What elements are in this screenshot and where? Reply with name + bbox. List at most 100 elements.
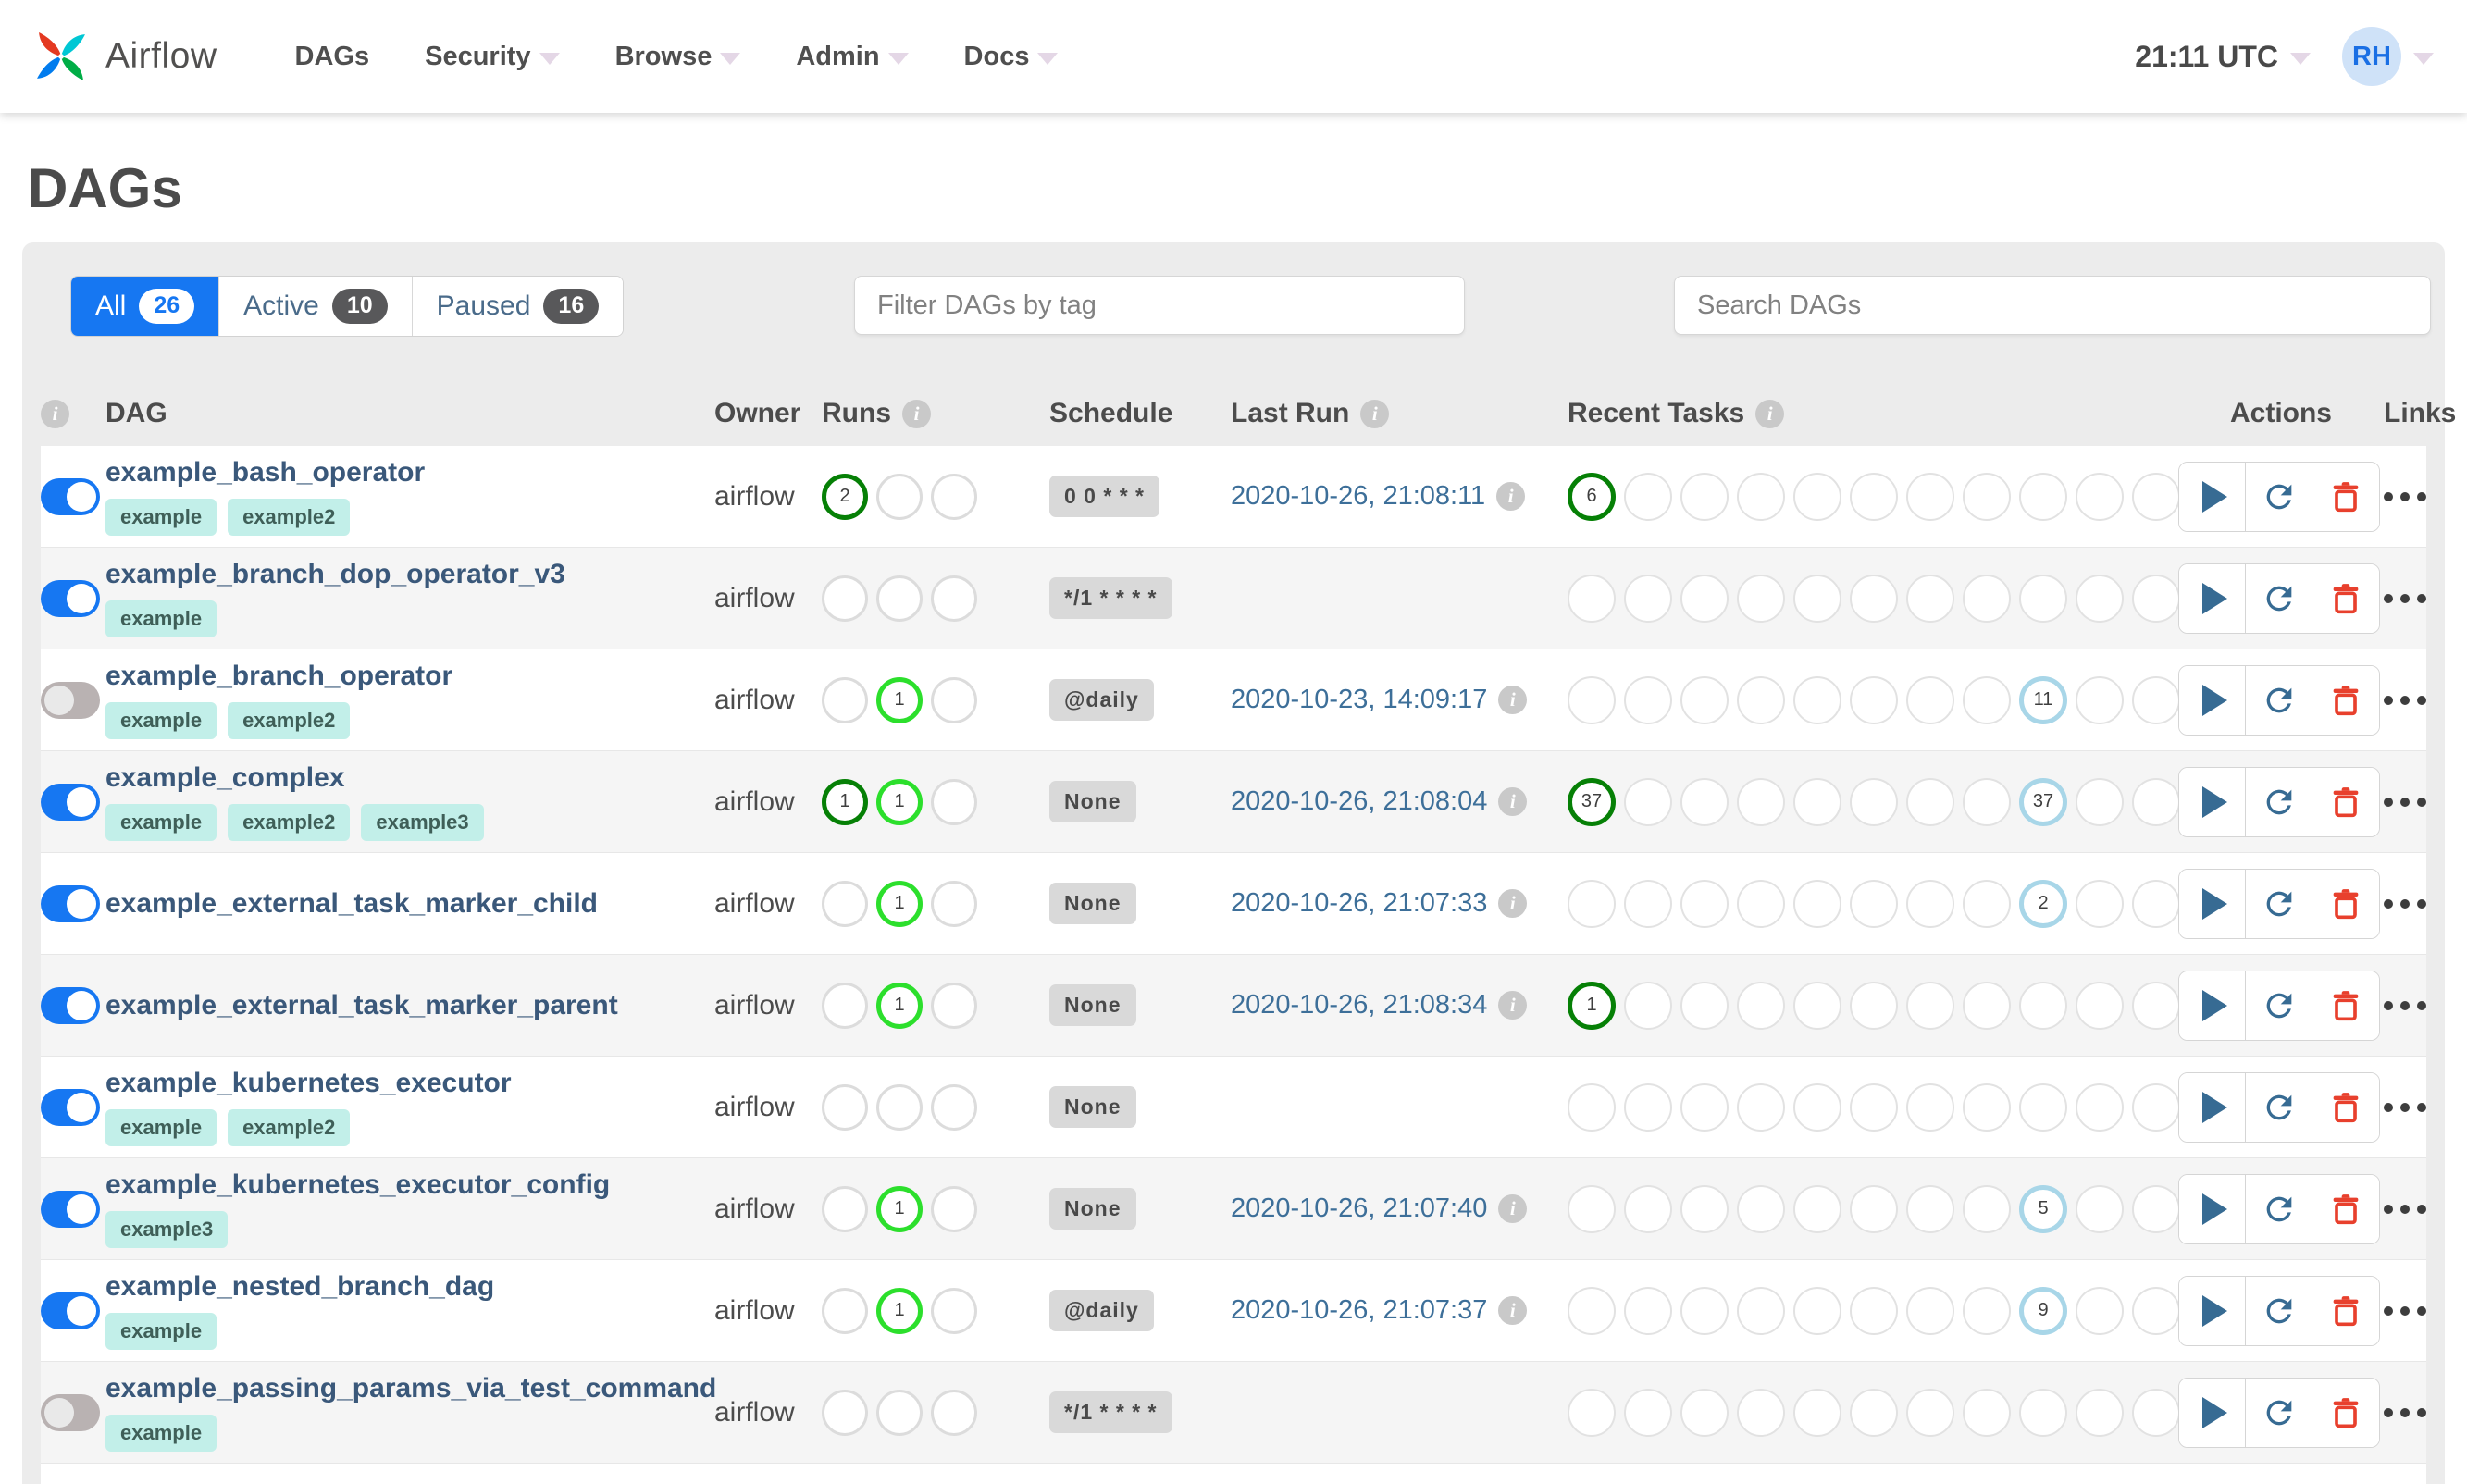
user-menu[interactable]: RH bbox=[2342, 27, 2434, 86]
run-status-circle[interactable] bbox=[931, 982, 977, 1029]
task-status-circle[interactable] bbox=[1793, 981, 1841, 1030]
dag-tag[interactable]: example2 bbox=[228, 702, 351, 739]
links-menu-button[interactable] bbox=[2384, 1000, 2426, 1010]
refresh-dag-button[interactable] bbox=[2246, 869, 2312, 938]
task-status-circle[interactable] bbox=[1568, 675, 1616, 724]
task-status-circle[interactable] bbox=[1624, 879, 1672, 928]
schedule-badge[interactable]: None bbox=[1049, 781, 1136, 822]
task-status-circle[interactable] bbox=[1906, 1388, 1954, 1437]
task-status-circle[interactable]: 37 bbox=[2019, 777, 2067, 826]
run-status-circle[interactable] bbox=[822, 676, 868, 723]
task-status-circle[interactable] bbox=[1793, 675, 1841, 724]
task-status-circle[interactable] bbox=[1963, 1082, 2011, 1132]
run-status-circle[interactable] bbox=[876, 1083, 923, 1131]
task-status-circle[interactable] bbox=[2132, 981, 2180, 1030]
task-status-circle[interactable] bbox=[1737, 777, 1785, 826]
task-status-circle[interactable] bbox=[1624, 1082, 1672, 1132]
dag-tag[interactable]: example3 bbox=[105, 1211, 229, 1248]
schedule-badge[interactable]: None bbox=[1049, 1086, 1136, 1128]
trigger-dag-button[interactable] bbox=[2179, 563, 2246, 633]
run-status-circle[interactable]: 1 bbox=[876, 1287, 923, 1334]
run-status-circle[interactable] bbox=[822, 982, 868, 1029]
task-status-circle[interactable] bbox=[2132, 1388, 2180, 1437]
run-status-circle[interactable] bbox=[931, 1389, 977, 1436]
run-status-circle[interactable] bbox=[931, 1185, 977, 1232]
header-schedule[interactable]: Schedule bbox=[1049, 398, 1231, 429]
dag-pause-toggle[interactable] bbox=[41, 477, 100, 515]
dag-link[interactable]: example_complex bbox=[105, 762, 714, 794]
trigger-dag-button[interactable] bbox=[2179, 1174, 2246, 1243]
task-status-circle[interactable] bbox=[1624, 777, 1672, 826]
task-status-circle[interactable] bbox=[1793, 879, 1841, 928]
task-status-circle[interactable] bbox=[1568, 1184, 1616, 1233]
tab-all[interactable]: All 26 bbox=[71, 277, 220, 336]
dag-tag[interactable]: example bbox=[105, 1415, 217, 1452]
last-run-link[interactable]: 2020-10-26, 21:08:11 bbox=[1231, 481, 1485, 512]
task-status-circle[interactable] bbox=[1906, 1082, 1954, 1132]
delete-dag-button[interactable] bbox=[2312, 971, 2379, 1040]
run-status-circle[interactable]: 1 bbox=[876, 880, 923, 927]
task-status-circle[interactable] bbox=[1963, 1388, 2011, 1437]
schedule-badge[interactable]: None bbox=[1049, 883, 1136, 924]
task-status-circle[interactable] bbox=[2076, 1184, 2124, 1233]
last-run-link[interactable]: 2020-10-26, 21:07:40 bbox=[1231, 1193, 1487, 1224]
info-icon[interactable]: i bbox=[1498, 787, 1528, 816]
task-status-circle[interactable] bbox=[1906, 472, 1954, 521]
task-status-circle[interactable] bbox=[2019, 574, 2067, 623]
info-icon[interactable]: i bbox=[1360, 399, 1390, 428]
task-status-circle[interactable] bbox=[1793, 1388, 1841, 1437]
task-status-circle[interactable] bbox=[2076, 879, 2124, 928]
refresh-dag-button[interactable] bbox=[2246, 462, 2312, 531]
task-status-circle[interactable] bbox=[1963, 675, 2011, 724]
last-run-link[interactable]: 2020-10-26, 21:08:34 bbox=[1231, 990, 1487, 1020]
task-status-circle[interactable] bbox=[1793, 777, 1841, 826]
task-status-circle[interactable] bbox=[1624, 1388, 1672, 1437]
task-status-circle[interactable] bbox=[1906, 981, 1954, 1030]
task-status-circle[interactable] bbox=[1737, 1184, 1785, 1233]
task-status-circle[interactable] bbox=[1568, 1286, 1616, 1335]
links-menu-button[interactable] bbox=[2384, 491, 2426, 501]
dag-tag[interactable]: example bbox=[105, 702, 217, 739]
info-icon[interactable]: i bbox=[1498, 991, 1528, 1020]
delete-dag-button[interactable] bbox=[2312, 1072, 2379, 1142]
task-status-circle[interactable] bbox=[1737, 1286, 1785, 1335]
task-status-circle[interactable] bbox=[1737, 981, 1785, 1030]
task-status-circle[interactable]: 9 bbox=[2019, 1286, 2067, 1335]
run-status-circle[interactable]: 1 bbox=[876, 982, 923, 1029]
task-status-circle[interactable] bbox=[1793, 574, 1841, 623]
schedule-badge[interactable]: @daily bbox=[1049, 679, 1154, 721]
task-status-circle[interactable] bbox=[1850, 1082, 1898, 1132]
task-status-circle[interactable] bbox=[1624, 675, 1672, 724]
run-status-circle[interactable] bbox=[822, 575, 868, 622]
task-status-circle[interactable]: 11 bbox=[2019, 675, 2067, 724]
task-status-circle[interactable] bbox=[1906, 675, 1954, 724]
task-status-circle[interactable] bbox=[1850, 472, 1898, 521]
run-status-circle[interactable] bbox=[931, 676, 977, 723]
run-status-circle[interactable] bbox=[931, 1083, 977, 1131]
schedule-badge[interactable]: */1 * * * * bbox=[1049, 577, 1172, 619]
task-status-circle[interactable] bbox=[1680, 1184, 1729, 1233]
task-status-circle[interactable] bbox=[1906, 879, 1954, 928]
dag-link[interactable]: example_nested_branch_dag bbox=[105, 1271, 714, 1303]
dag-link[interactable]: example_kubernetes_executor_config bbox=[105, 1169, 714, 1201]
task-status-circle[interactable] bbox=[1680, 777, 1729, 826]
trigger-dag-button[interactable] bbox=[2179, 869, 2246, 938]
run-status-circle[interactable] bbox=[822, 1287, 868, 1334]
task-status-circle[interactable] bbox=[2076, 472, 2124, 521]
dag-tag[interactable]: example2 bbox=[228, 499, 351, 536]
run-status-circle[interactable]: 1 bbox=[876, 676, 923, 723]
task-status-circle[interactable] bbox=[1737, 879, 1785, 928]
nav-item-browse[interactable]: Browse bbox=[615, 42, 741, 72]
links-menu-button[interactable] bbox=[2384, 1204, 2426, 1214]
schedule-badge[interactable]: None bbox=[1049, 1188, 1136, 1230]
airflow-logo[interactable]: Airflow bbox=[28, 23, 217, 90]
task-status-circle[interactable] bbox=[1850, 981, 1898, 1030]
schedule-badge[interactable]: None bbox=[1049, 984, 1136, 1026]
task-status-circle[interactable] bbox=[1963, 574, 2011, 623]
task-status-circle[interactable] bbox=[1680, 1286, 1729, 1335]
task-status-circle[interactable] bbox=[1963, 1184, 2011, 1233]
refresh-dag-button[interactable] bbox=[2246, 1276, 2312, 1345]
task-status-circle[interactable] bbox=[2076, 574, 2124, 623]
links-menu-button[interactable] bbox=[2384, 1305, 2426, 1316]
last-run-link[interactable]: 2020-10-26, 21:07:37 bbox=[1231, 1295, 1487, 1326]
